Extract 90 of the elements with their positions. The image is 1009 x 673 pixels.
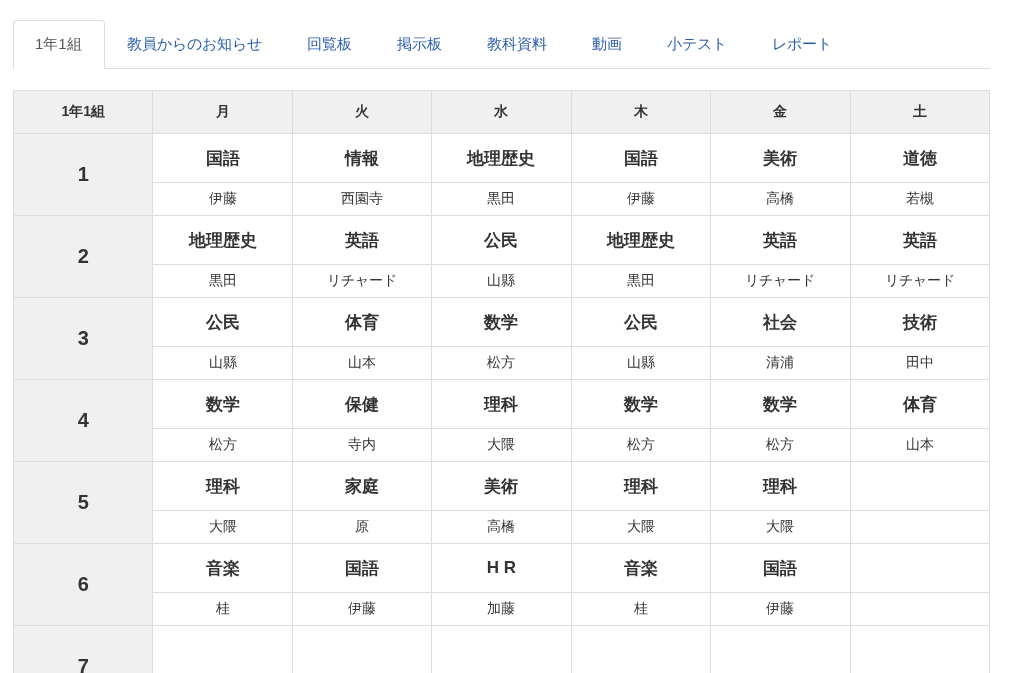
tab[interactable]: レポート — [749, 20, 855, 69]
subject-cell: 地理歴史 — [431, 133, 572, 183]
subject-cell: 体育 — [292, 297, 432, 347]
subject-cell: 数学 — [152, 379, 293, 429]
subject-cell: 理科 — [431, 379, 572, 429]
subject-cell: 英語 — [850, 215, 990, 265]
tab[interactable]: 小テスト — [644, 20, 750, 69]
table-header-cell: 土 — [850, 90, 990, 134]
tab[interactable]: 動画 — [569, 20, 645, 69]
table-header-cell: 1年1組 — [13, 90, 153, 134]
teacher-cell: 寺内 — [292, 428, 432, 462]
tab[interactable]: 教科資料 — [464, 20, 570, 69]
period-cell: 5 — [13, 461, 153, 544]
subject-cell: 社会 — [710, 297, 851, 347]
period-cell: 4 — [13, 379, 153, 462]
teacher-cell: 若槻 — [850, 182, 990, 216]
subject-cell: 国語 — [292, 543, 432, 593]
subject-cell: 公民 — [152, 297, 293, 347]
teacher-cell: 伊藤 — [152, 182, 293, 216]
teacher-cell: 松方 — [152, 428, 293, 462]
teacher-cell: 桂 — [152, 592, 293, 626]
teacher-cell: 伊藤 — [571, 182, 711, 216]
subject-cell: H R — [431, 543, 572, 593]
table-header-cell: 水 — [431, 90, 572, 134]
subject-cell: 公民 — [431, 215, 572, 265]
subject-cell: 道徳 — [850, 133, 990, 183]
subject-cell: 数学 — [571, 379, 711, 429]
subject-cell: 数学 — [710, 379, 851, 429]
subject-cell: 美術 — [431, 461, 572, 511]
teacher-cell: 桂 — [571, 592, 711, 626]
subject-cell: 国語 — [571, 133, 711, 183]
teacher-cell: 高橋 — [710, 182, 851, 216]
teacher-cell: 伊藤 — [710, 592, 851, 626]
subject-cell: 地理歴史 — [571, 215, 711, 265]
subject-cell: 国語 — [152, 133, 293, 183]
teacher-cell: 原 — [292, 510, 432, 544]
teacher-cell: 大隈 — [710, 510, 851, 544]
teacher-cell: 松方 — [571, 428, 711, 462]
period-cell: 6 — [13, 543, 153, 626]
subject-cell: 英語 — [710, 215, 851, 265]
subject-cell: 情報 — [292, 133, 432, 183]
teacher-cell: 黒田 — [431, 182, 572, 216]
teacher-cell: 高橋 — [431, 510, 572, 544]
teacher-cell: 山縣 — [431, 264, 572, 298]
period-cell: 1 — [13, 133, 153, 216]
teacher-cell: リチャード — [850, 264, 990, 298]
teacher-cell: 松方 — [710, 428, 851, 462]
period-cell: 7 — [13, 625, 153, 673]
subject-cell: 保健 — [292, 379, 432, 429]
teacher-cell: 清浦 — [710, 346, 851, 380]
subject-cell: 英語 — [292, 215, 432, 265]
subject-cell: 地理歴史 — [152, 215, 293, 265]
teacher-cell: 大隈 — [431, 428, 572, 462]
table-header-cell: 火 — [292, 90, 432, 134]
subject-cell: 技術 — [850, 297, 990, 347]
teacher-cell: 山縣 — [571, 346, 711, 380]
tab[interactable]: 1年1組 — [13, 20, 105, 69]
teacher-cell: 大隈 — [152, 510, 293, 544]
subject-cell: 理科 — [571, 461, 711, 511]
period-cell: 3 — [13, 297, 153, 380]
table-header-cell: 金 — [710, 90, 851, 134]
teacher-cell: 田中 — [850, 346, 990, 380]
subject-cell: 公民 — [571, 297, 711, 347]
subject-cell: 理科 — [710, 461, 851, 511]
teacher-cell: リチャード — [710, 264, 851, 298]
subject-cell: 音楽 — [152, 543, 293, 593]
period-cell: 2 — [13, 215, 153, 298]
subject-cell: 国語 — [710, 543, 851, 593]
subject-cell: 理科 — [152, 461, 293, 511]
teacher-cell: 加藤 — [431, 592, 572, 626]
teacher-cell: 黒田 — [571, 264, 711, 298]
teacher-cell: 山縣 — [152, 346, 293, 380]
table-header-cell: 木 — [571, 90, 711, 134]
subject-cell: 体育 — [850, 379, 990, 429]
teacher-cell: 伊藤 — [292, 592, 432, 626]
tab[interactable]: 回覧板 — [284, 20, 375, 69]
subject-cell: 家庭 — [292, 461, 432, 511]
tab[interactable]: 教員からのお知らせ — [104, 20, 285, 69]
teacher-cell: リチャード — [292, 264, 432, 298]
subject-cell: 数学 — [431, 297, 572, 347]
teacher-cell: 松方 — [431, 346, 572, 380]
tab[interactable]: 掲示板 — [374, 20, 465, 69]
teacher-cell: 山本 — [850, 428, 990, 462]
subject-cell: 美術 — [710, 133, 851, 183]
subject-cell: 音楽 — [571, 543, 711, 593]
table-header-cell: 月 — [152, 90, 293, 134]
teacher-cell: 山本 — [292, 346, 432, 380]
teacher-cell: 大隈 — [571, 510, 711, 544]
teacher-cell: 黒田 — [152, 264, 293, 298]
teacher-cell: 西園寺 — [292, 182, 432, 216]
